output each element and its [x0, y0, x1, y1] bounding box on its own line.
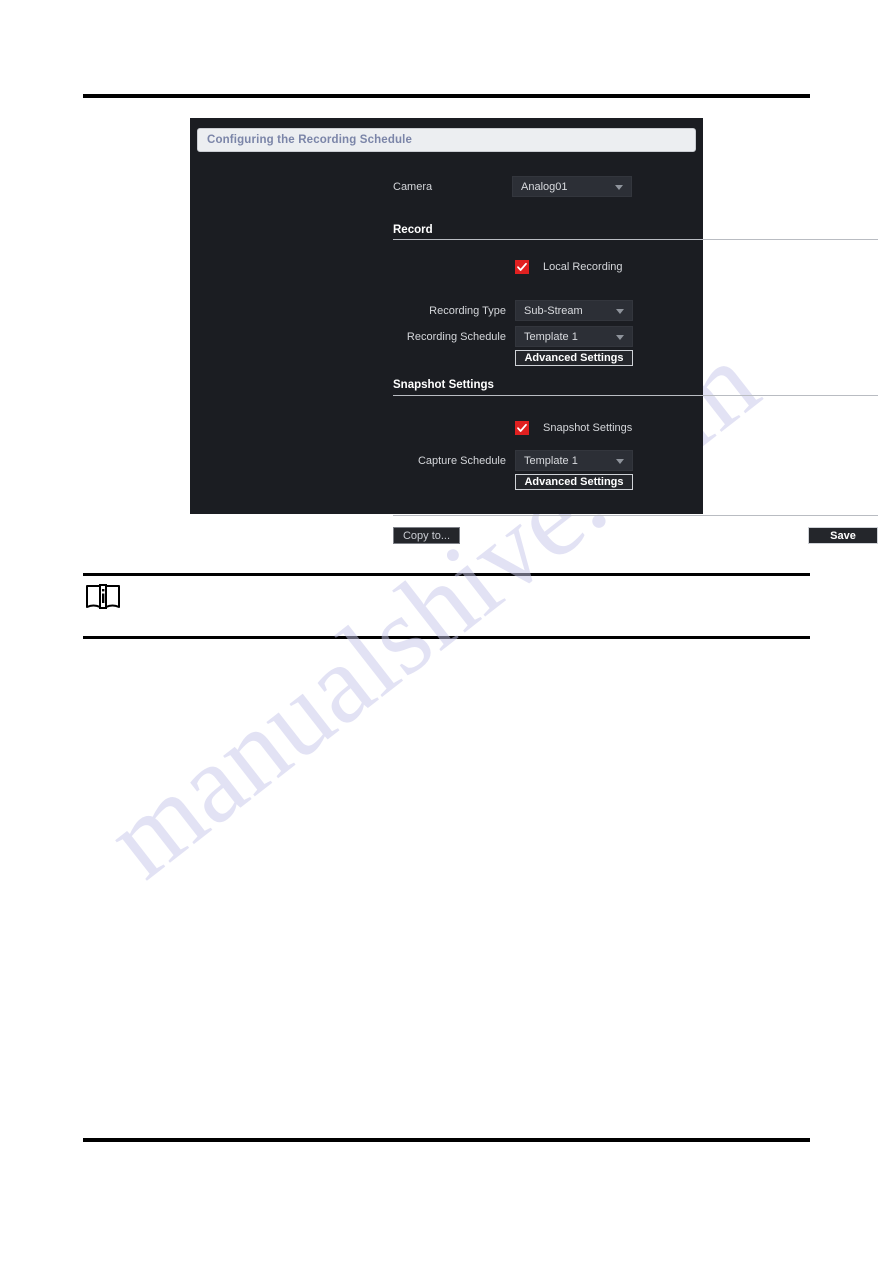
dialog-titlebar: Configuring the Recording Schedule [197, 128, 696, 152]
camera-select-value: Analog01 [521, 180, 568, 193]
snapshot-settings-label: Snapshot Settings [543, 422, 633, 434]
page-rule-top [83, 94, 810, 98]
capture-schedule-label: Capture Schedule [417, 454, 506, 467]
local-recording-label: Local Recording [543, 261, 623, 273]
local-recording-checkbox[interactable] [515, 260, 529, 274]
chevron-down-icon [615, 184, 623, 190]
chevron-down-icon [616, 458, 624, 464]
copy-to-button[interactable]: Copy to... [393, 527, 460, 544]
dialog-title: Configuring the Recording Schedule [207, 134, 413, 146]
save-button[interactable]: Save [808, 527, 878, 544]
page-rule-bottom [83, 1138, 810, 1142]
snapshot-section-title: Snapshot Settings [393, 379, 494, 391]
recording-schedule-value: Template 1 [524, 330, 578, 343]
camera-select[interactable]: Analog01 [512, 176, 632, 197]
record-section-header: Record [393, 220, 433, 238]
capture-schedule-row: Capture Schedule Template 1 [393, 450, 633, 471]
recording-schedule-row: Recording Schedule Template 1 [393, 326, 633, 347]
snapshot-settings-checkbox[interactable] [515, 421, 529, 435]
snapshot-advanced-settings-button[interactable]: Advanced Settings [515, 474, 633, 490]
capture-schedule-value: Template 1 [524, 454, 578, 467]
record-advanced-settings-button[interactable]: Advanced Settings [515, 350, 633, 366]
snapshot-settings-row: Snapshot Settings [515, 421, 632, 435]
record-section-divider [393, 239, 878, 240]
recording-type-value: Sub-Stream [524, 304, 583, 317]
recording-schedule-dialog: Configuring the Recording Schedule Camer… [190, 118, 878, 544]
record-section-title: Record [393, 224, 433, 236]
recording-type-row: Recording Type Sub-Stream [393, 300, 633, 321]
local-recording-row: Local Recording [515, 260, 623, 274]
recording-schedule-label: Recording Schedule [406, 330, 506, 343]
recording-type-select[interactable]: Sub-Stream [515, 300, 633, 321]
snapshot-section-divider [393, 395, 878, 396]
chevron-down-icon [616, 334, 624, 340]
page-rule-note-bottom [83, 636, 810, 639]
snapshot-section-header: Snapshot Settings [393, 375, 494, 393]
chevron-down-icon [616, 308, 624, 314]
camera-row: Camera Analog01 [393, 176, 632, 197]
page-rule-note-top [83, 573, 810, 576]
recording-type-label: Recording Type [429, 304, 506, 317]
camera-label: Camera [393, 180, 433, 193]
capture-schedule-select[interactable]: Template 1 [515, 450, 633, 471]
footer-divider [393, 515, 878, 516]
note-book-info-icon [85, 583, 121, 611]
recording-schedule-select[interactable]: Template 1 [515, 326, 633, 347]
dialog-body: Camera Analog01 Record Local Recording R… [190, 162, 878, 544]
